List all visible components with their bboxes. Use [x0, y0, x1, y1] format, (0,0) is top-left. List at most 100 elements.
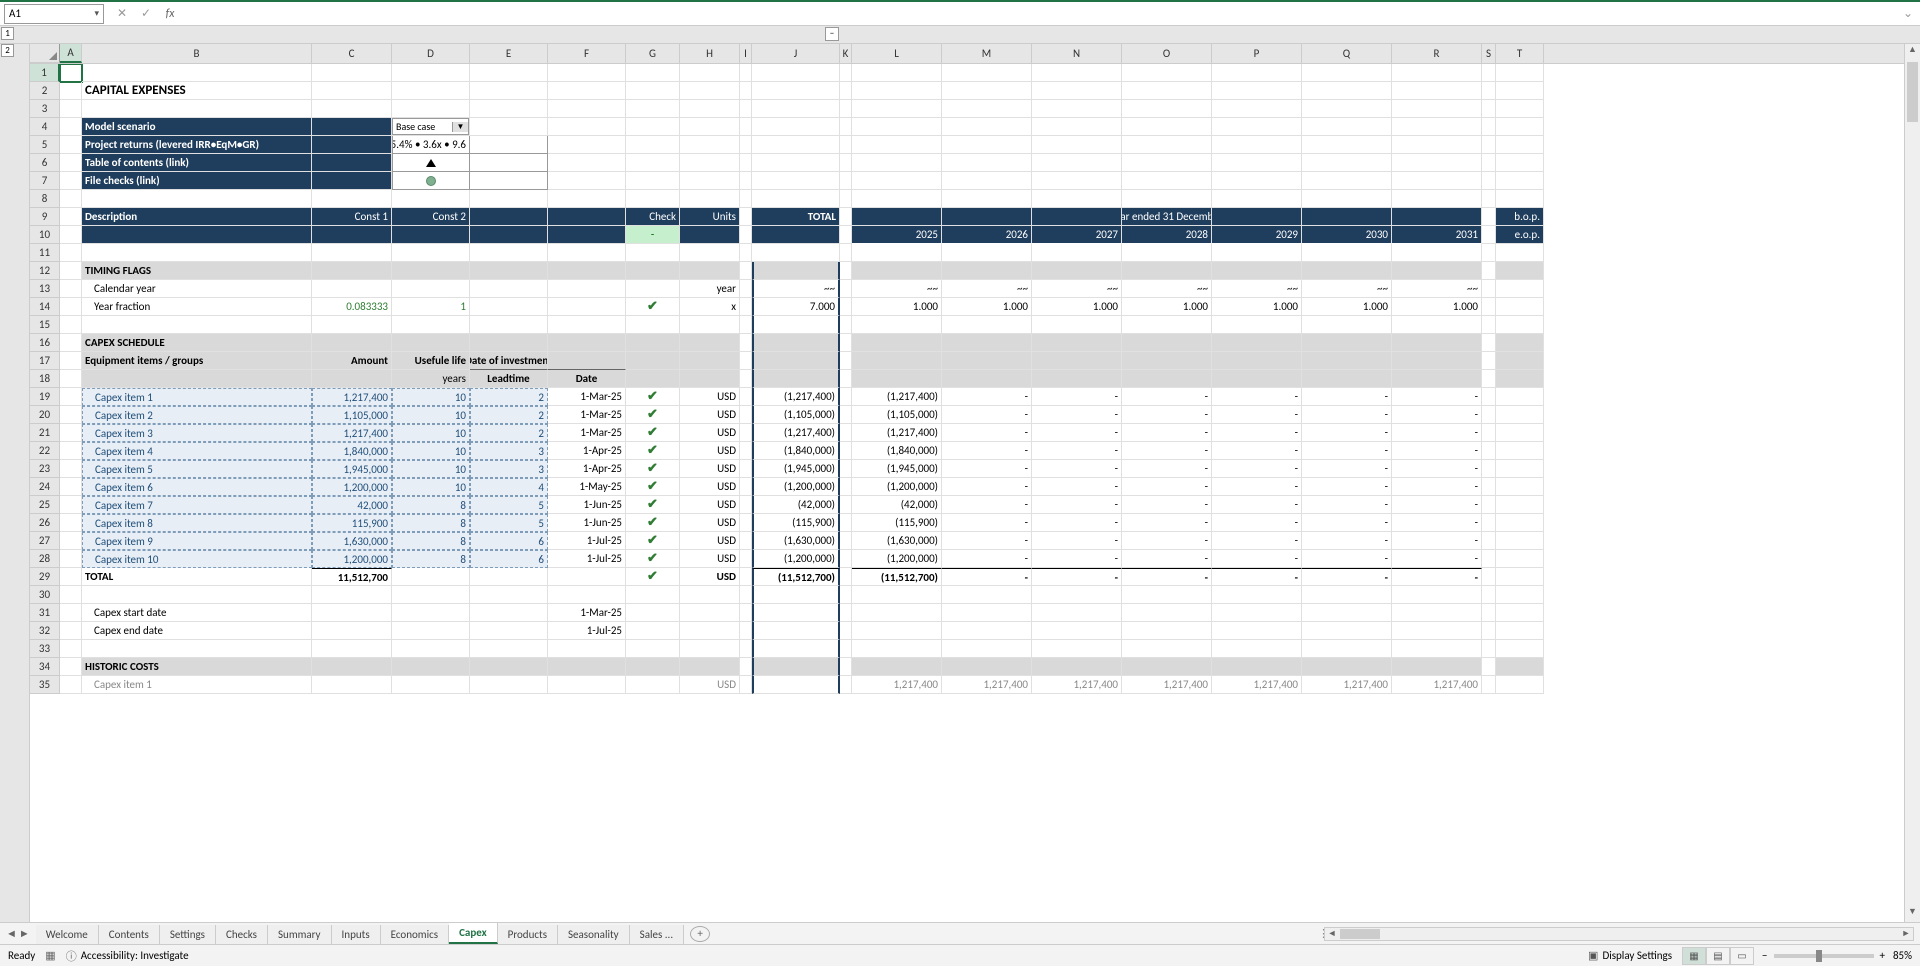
hdr-leadtime[interactable]: Leadtime [470, 370, 548, 388]
capex-date[interactable]: 1-Mar-25 [548, 424, 626, 442]
capex-dash[interactable]: - [1122, 532, 1212, 550]
capex-leadtime[interactable]: 2 [470, 388, 548, 406]
capex-item-name[interactable]: Capex item 8 [82, 514, 312, 532]
capex-total-dash[interactable]: - [1212, 568, 1302, 586]
hdr-year[interactable]: 2028 [1122, 226, 1212, 244]
check-icon[interactable]: ✔ [626, 532, 680, 550]
yf-val[interactable]: 1.000 [1392, 298, 1482, 316]
capex-dash[interactable]: - [1212, 406, 1302, 424]
col-header[interactable]: A [60, 44, 82, 63]
capex-item-name[interactable]: Capex item 9 [82, 532, 312, 550]
capex-amount[interactable]: 115,900 [312, 514, 392, 532]
hdr-years[interactable]: years [392, 370, 470, 388]
section-timing[interactable]: TIMING FLAGS [82, 262, 312, 280]
capex-dash[interactable]: - [1212, 424, 1302, 442]
capex-2025[interactable]: (1,630,000) [852, 532, 942, 550]
capex-date[interactable]: 1-Mar-25 [548, 406, 626, 424]
normal-view-button[interactable]: ▦ [1682, 947, 1706, 965]
capex-dash[interactable]: - [1302, 424, 1392, 442]
capex-amount[interactable]: 42,000 [312, 496, 392, 514]
capex-unit[interactable]: USD [680, 550, 740, 568]
capex-dash[interactable]: - [1392, 442, 1482, 460]
capex-amount[interactable]: 1,217,400 [312, 388, 392, 406]
capex-total[interactable]: (1,200,000) [752, 550, 840, 568]
hdr-bop[interactable]: b.o.p. [1496, 208, 1544, 226]
capex-dash[interactable]: - [1122, 496, 1212, 514]
col-header[interactable]: H [680, 44, 740, 63]
capex-leadtime[interactable]: 4 [470, 478, 548, 496]
historic-val[interactable]: 1,217,400 [1032, 676, 1122, 694]
check-icon[interactable]: ✔ [626, 406, 680, 424]
capex-2025[interactable]: (1,200,000) [852, 550, 942, 568]
capex-unit[interactable]: USD [680, 424, 740, 442]
tab-sales-[interactable]: Sales ... [630, 925, 684, 944]
capex-leadtime[interactable]: 5 [470, 496, 548, 514]
section-historic[interactable]: HISTORIC COSTS [82, 658, 312, 676]
yf-total[interactable]: 7.000 [752, 298, 840, 316]
capex-total[interactable]: (1,217,400) [752, 388, 840, 406]
capex-dash[interactable]: - [1032, 406, 1122, 424]
capex-dash[interactable]: - [1212, 550, 1302, 568]
col-header[interactable]: Q [1302, 44, 1392, 63]
capex-dash[interactable]: - [1302, 532, 1392, 550]
new-sheet-button[interactable]: + [690, 926, 710, 942]
hdr-description[interactable]: Description [82, 208, 312, 226]
col-header[interactable]: I [740, 44, 752, 63]
capex-date[interactable]: 1-Jul-25 [548, 532, 626, 550]
tab-economics[interactable]: Economics [381, 925, 449, 944]
capex-amount[interactable]: 1,945,000 [312, 460, 392, 478]
row-header[interactable]: 27 [30, 532, 60, 550]
row-header[interactable]: 7 [30, 172, 60, 190]
capex-dash[interactable]: - [1392, 496, 1482, 514]
historic-val[interactable]: 1,217,400 [942, 676, 1032, 694]
capex-2025[interactable]: (115,900) [852, 514, 942, 532]
capex-dash[interactable]: - [942, 478, 1032, 496]
capex-dash[interactable]: - [942, 442, 1032, 460]
capex-dash[interactable]: - [1122, 478, 1212, 496]
historic-val[interactable]: 1,217,400 [1212, 676, 1302, 694]
row-header[interactable]: 29 [30, 568, 60, 586]
col-header[interactable]: J [752, 44, 840, 63]
tab-nav-prev-icon[interactable]: ◄ [6, 927, 17, 940]
hdr-amount[interactable]: Amount [312, 352, 392, 370]
capex-dash[interactable]: - [1302, 550, 1392, 568]
tab-inputs[interactable]: Inputs [332, 925, 381, 944]
capex-life[interactable]: 8 [392, 514, 470, 532]
capex-dash[interactable]: - [942, 496, 1032, 514]
yf-val[interactable]: 1.000 [942, 298, 1032, 316]
capex-2025[interactable]: (1,105,000) [852, 406, 942, 424]
tab-contents[interactable]: Contents [99, 925, 160, 944]
capex-dash[interactable]: - [942, 406, 1032, 424]
yf-val[interactable]: 1.000 [1122, 298, 1212, 316]
historic-unit[interactable]: USD [680, 676, 740, 694]
row-header[interactable]: 12 [30, 262, 60, 280]
capex-start-date[interactable]: 1-Mar-25 [548, 604, 626, 622]
capex-dash[interactable]: - [1392, 514, 1482, 532]
horizontal-scrollbar[interactable]: ◄ ► [1324, 927, 1914, 941]
row-header[interactable]: 26 [30, 514, 60, 532]
check-icon[interactable]: ✔ [626, 514, 680, 532]
hdr-units[interactable]: Units [680, 208, 740, 226]
display-settings[interactable]: Display Settings [1602, 949, 1672, 962]
cal-wave[interactable]: ~~ [1122, 280, 1212, 298]
col-header[interactable]: P [1212, 44, 1302, 63]
dropdown-icon[interactable]: ▾ [94, 8, 99, 19]
historic-val[interactable]: 1,217,400 [1122, 676, 1212, 694]
capex-dash[interactable]: - [1032, 478, 1122, 496]
row-header[interactable]: 3 [30, 100, 60, 118]
capex-item-name[interactable]: Capex item 5 [82, 460, 312, 478]
hdr-doi[interactable]: Date of investment [470, 352, 548, 370]
name-box[interactable]: A1 ▾ [4, 4, 104, 24]
capex-dash[interactable]: - [1392, 424, 1482, 442]
capex-dash[interactable]: - [1302, 496, 1392, 514]
capex-item-name[interactable]: Capex item 6 [82, 478, 312, 496]
capex-start-label[interactable]: Capex start date [82, 604, 312, 622]
returns-label[interactable]: Project returns (levered IRR•EqM•GR) [82, 136, 312, 154]
col-header[interactable]: G [626, 44, 680, 63]
capex-dash[interactable]: - [1212, 514, 1302, 532]
col-header[interactable]: F [548, 44, 626, 63]
capex-life[interactable]: 10 [392, 406, 470, 424]
capex-dash[interactable]: - [1302, 460, 1392, 478]
row-header[interactable]: 34 [30, 658, 60, 676]
capex-leadtime[interactable]: 2 [470, 424, 548, 442]
